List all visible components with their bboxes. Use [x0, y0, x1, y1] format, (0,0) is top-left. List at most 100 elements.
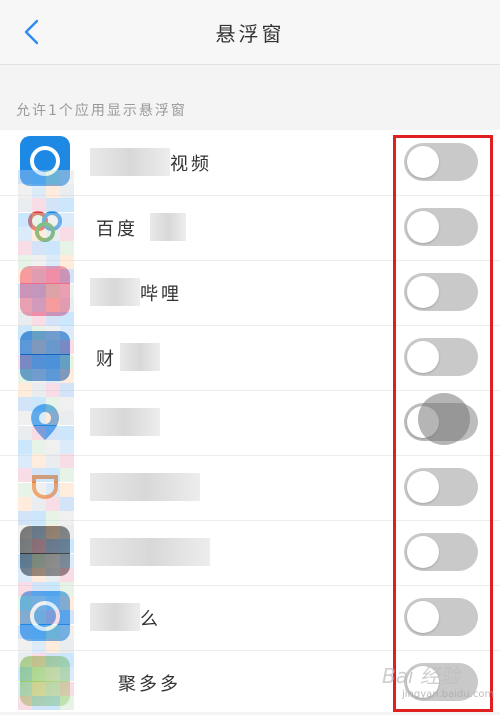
mosaic-cell — [32, 653, 46, 668]
app-name: 视频 — [170, 154, 212, 175]
mosaic-cell — [18, 468, 32, 483]
mosaic-cell — [46, 397, 60, 412]
mosaic-cell — [60, 411, 74, 426]
mosaic-cell — [46, 326, 60, 341]
app-name: 聚多多 — [118, 674, 181, 695]
mosaic-cell — [18, 354, 32, 369]
mosaic-cell — [46, 425, 60, 440]
list-item: 百度 — [0, 195, 500, 261]
mosaic-cell — [18, 184, 32, 199]
mosaic-cell — [32, 269, 46, 284]
mosaic-cell — [32, 454, 46, 469]
mosaic-cell — [18, 411, 32, 426]
mosaic-cell — [32, 681, 46, 696]
mosaic-cell — [46, 667, 60, 682]
watermark: Bai 经验 jingyan.baidu.com — [382, 660, 495, 704]
list-item: 财 — [0, 325, 500, 391]
mosaic-cell — [46, 312, 60, 327]
list-item — [0, 390, 500, 456]
mosaic-cell — [32, 468, 46, 483]
mosaic-cell — [32, 539, 46, 554]
floating-window-toggle[interactable] — [404, 598, 478, 636]
mosaic-cell — [18, 212, 32, 227]
mosaic-cell — [32, 411, 46, 426]
mosaic-cell — [32, 638, 46, 653]
mosaic-cell — [60, 454, 74, 469]
floating-window-toggle[interactable] — [404, 208, 478, 246]
mosaic-cell — [18, 326, 32, 341]
mosaic-cell — [32, 425, 46, 440]
mosaic-cell — [18, 624, 32, 639]
mosaic-cell — [32, 525, 46, 540]
mosaic-cell — [32, 184, 46, 199]
mosaic-cell — [32, 624, 46, 639]
app-name: 么 — [140, 609, 161, 630]
floating-window-toggle[interactable] — [404, 338, 478, 376]
mosaic-cell — [46, 269, 60, 284]
privacy-mosaic — [18, 170, 74, 710]
mosaic-cell — [18, 170, 32, 184]
mosaic-cell — [60, 667, 74, 682]
mosaic-cell — [32, 354, 46, 369]
blurred-text — [120, 343, 160, 371]
toggle-knob — [407, 536, 439, 568]
mosaic-cell — [32, 610, 46, 625]
mosaic-cell — [18, 567, 32, 582]
navigation-bar: 悬浮窗 — [0, 0, 500, 65]
watermark-sub: jingyan.baidu.com — [402, 689, 495, 700]
mosaic-cell — [32, 340, 46, 355]
mosaic-cell — [60, 312, 74, 327]
floating-window-toggle[interactable] — [404, 143, 478, 181]
mosaic-cell — [46, 170, 60, 184]
mosaic-cell — [46, 454, 60, 469]
list-item — [0, 455, 500, 521]
mosaic-cell — [46, 241, 60, 256]
mosaic-cell — [60, 582, 74, 597]
mosaic-cell — [60, 624, 74, 639]
mosaic-cell — [60, 212, 74, 227]
mosaic-cell — [18, 269, 32, 284]
toggle-knob — [407, 146, 439, 178]
mosaic-cell — [32, 283, 46, 298]
mosaic-cell — [18, 425, 32, 440]
mosaic-cell — [18, 525, 32, 540]
mosaic-cell — [32, 510, 46, 525]
mosaic-cell — [18, 226, 32, 241]
mosaic-cell — [18, 482, 32, 497]
mosaic-cell — [18, 653, 32, 668]
mosaic-cell — [60, 326, 74, 341]
mosaic-cell — [32, 297, 46, 312]
mosaic-cell — [32, 226, 46, 241]
page-title: 悬浮窗 — [215, 22, 285, 46]
floating-window-toggle[interactable] — [404, 393, 478, 445]
floating-window-toggle[interactable] — [404, 273, 478, 311]
app-list: 视频 百度 哔哩 财 么 聚多多 — [0, 130, 500, 712]
mosaic-cell — [46, 539, 60, 554]
mosaic-cell — [18, 553, 32, 568]
mosaic-cell — [46, 198, 60, 213]
mosaic-cell — [18, 383, 32, 398]
mosaic-cell — [60, 184, 74, 199]
mosaic-cell — [18, 596, 32, 611]
mosaic-cell — [18, 255, 32, 270]
mosaic-cell — [46, 610, 60, 625]
mosaic-cell — [18, 667, 32, 682]
floating-window-toggle[interactable] — [404, 468, 478, 506]
blurred-text — [150, 213, 186, 241]
mosaic-cell — [60, 695, 74, 710]
mosaic-cell — [46, 624, 60, 639]
mosaic-cell — [32, 496, 46, 511]
floating-window-toggle[interactable] — [404, 533, 478, 571]
mosaic-cell — [18, 397, 32, 412]
mosaic-cell — [46, 184, 60, 199]
mosaic-cell — [60, 255, 74, 270]
mosaic-cell — [32, 312, 46, 327]
section-label: 允许1个应用显示悬浮窗 — [16, 103, 187, 119]
mosaic-cell — [46, 510, 60, 525]
app-name: 财 — [96, 349, 117, 370]
mosaic-cell — [46, 340, 60, 355]
mosaic-cell — [46, 496, 60, 511]
mosaic-cell — [32, 596, 46, 611]
mosaic-cell — [46, 482, 60, 497]
mosaic-cell — [60, 482, 74, 497]
